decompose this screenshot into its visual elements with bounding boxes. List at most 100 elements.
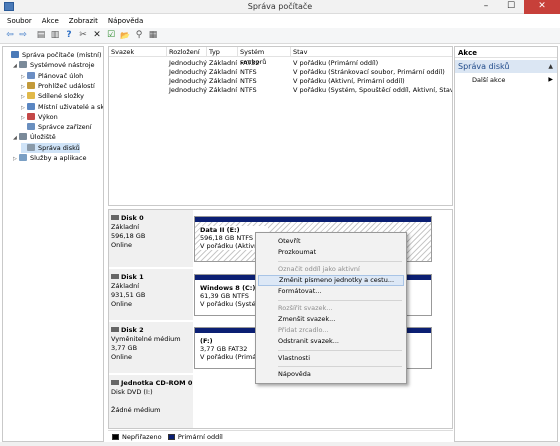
- column-header-filesystem[interactable]: Systém souborů: [238, 47, 291, 66]
- tree-item[interactable]: Správce zařízení: [21, 122, 92, 132]
- check-icon[interactable]: ☑: [105, 30, 117, 41]
- tree-item[interactable]: ▷ Prohlížeč událostí: [21, 81, 95, 91]
- cdrom-icon: [111, 380, 119, 385]
- disk-0-label[interactable]: Disk 0 Základní 596,18 GB Online: [109, 210, 193, 268]
- table-row[interactable]: Windows 8 (C:)JednoduchýZákladníNTFSV po…: [109, 86, 452, 95]
- close-button[interactable]: ✕: [524, 0, 560, 14]
- tree-item-label: Systémové nástroje: [30, 61, 95, 70]
- table-cell: Základní: [209, 77, 238, 85]
- tree-node-icon: [27, 102, 35, 110]
- column-header-status[interactable]: Stav: [291, 47, 452, 57]
- context-menu-item[interactable]: Změnit písmeno jednotky a cestu...: [258, 274, 404, 286]
- delete-icon[interactable]: ✕: [91, 30, 103, 41]
- table-cell: Základní: [209, 86, 238, 94]
- table-row[interactable]: Data I (D:)JednoduchýZákladníNTFSV pořád…: [109, 68, 452, 77]
- tree-node-icon: [11, 51, 19, 58]
- toolbar: ⇦ ⇨ ▤ ▥ ? ✂ ✕ ☑ 📂 ⚲ ▦: [0, 28, 560, 44]
- properties-icon[interactable]: ▥: [49, 30, 61, 41]
- cdrom-label[interactable]: Jednotka CD-ROM 0 Disk DVD (I:) Žádné méd…: [109, 375, 193, 428]
- column-header-layout[interactable]: Rozložení: [167, 47, 207, 57]
- table-cell: Základní: [209, 68, 238, 76]
- legend-primary: Primární oddíl: [177, 433, 223, 441]
- table-cell: FAT32: [240, 59, 260, 67]
- minimize-button[interactable]: –: [473, 0, 499, 14]
- tree-item-label: Služby a aplikace: [30, 154, 87, 162]
- maximize-button[interactable]: ☐: [498, 0, 524, 14]
- tree-item-label: Správa disků: [38, 143, 80, 152]
- actions-more[interactable]: Další akce ▶: [455, 73, 557, 84]
- table-row[interactable]: (F:)JednoduchýZákladníFAT32V pořádku (Pr…: [109, 59, 452, 68]
- disk-icon: [111, 274, 119, 279]
- context-menu-item[interactable]: Otevřít: [258, 236, 404, 247]
- tree-item[interactable]: ◢ Systémové nástroje: [13, 60, 94, 70]
- disk-2-label[interactable]: Disk 2 Vyměnitelné médium 3,77 GB Online: [109, 322, 193, 374]
- title-bar: Správa počítače – ☐ ✕: [0, 0, 560, 14]
- tree-node-icon: [19, 154, 27, 161]
- tree-item-label: Úložiště: [30, 133, 56, 142]
- unallocated-swatch: [112, 434, 119, 440]
- context-menu-item[interactable]: Formátovat...: [258, 286, 404, 297]
- table-cell: V pořádku (Stránkovací soubor, Primární …: [293, 68, 445, 76]
- menu-help[interactable]: Nápověda: [103, 15, 148, 25]
- actions-section-label: Správa disků: [458, 62, 510, 71]
- context-menu-item[interactable]: Vlastnosti: [258, 353, 404, 364]
- actions-section-disk-management[interactable]: Správa disků ▲: [455, 60, 557, 73]
- open-icon[interactable]: 📂: [119, 30, 131, 41]
- tree-node-icon: [27, 112, 35, 120]
- back-arrow-icon[interactable]: ⇦: [4, 30, 16, 41]
- context-menu-item[interactable]: Odstranit svazek...: [258, 336, 404, 347]
- help-icon[interactable]: ?: [63, 30, 75, 41]
- table-cell: V pořádku (Aktivní, Primární oddíl): [293, 77, 405, 85]
- context-menu: Otevřít Prozkoumat Označit oddíl jako akti…: [255, 232, 407, 384]
- column-header-volume[interactable]: Svazek: [109, 47, 167, 57]
- actions-header: Akce: [455, 47, 557, 58]
- tree-item[interactable]: ▷ Sdílené složky: [21, 91, 84, 101]
- tree-item-label: Výkon: [38, 112, 58, 121]
- context-menu-item: Označit oddíl jako aktivní: [278, 264, 360, 273]
- up-folder-icon[interactable]: ▤: [35, 30, 47, 41]
- context-menu-item[interactable]: Nápověda: [258, 369, 404, 380]
- tree-node-icon: [19, 61, 27, 69]
- tree-item[interactable]: ◢ Úložiště: [13, 132, 56, 142]
- table-cell: Základní: [209, 59, 238, 67]
- disk-icon: [111, 327, 119, 332]
- tree-item[interactable]: ▷ Výkon: [21, 112, 58, 122]
- menu-view[interactable]: Zobrazit: [64, 15, 103, 25]
- view-icon[interactable]: ▦: [147, 30, 159, 41]
- table-cell: Jednoduchý: [169, 77, 207, 85]
- partition-bar: [195, 217, 431, 222]
- context-menu-item[interactable]: Prozkoumat: [258, 247, 404, 258]
- tree-item[interactable]: Správa disků: [21, 142, 80, 153]
- chevron-right-icon: ▶: [548, 76, 553, 83]
- navigation-tree: Správa počítače (místní) ◢ Systémové nástr…: [2, 46, 104, 442]
- tree-item[interactable]: Správa počítače (místní): [5, 50, 102, 60]
- search-icon[interactable]: ⚲: [133, 30, 145, 41]
- tree-item[interactable]: ▷Místní uživatelé a skupiny: [21, 102, 103, 112]
- actions-panel: Akce Správa disků ▲ Další akce ▶: [454, 46, 558, 442]
- forward-arrow-icon[interactable]: ⇨: [17, 30, 29, 41]
- volume-list-header: Svazek Rozložení Typ Systém souborů Stav: [109, 47, 452, 66]
- menu-separator: [278, 366, 402, 367]
- primary-swatch: [167, 434, 175, 440]
- disk-1-label[interactable]: Disk 1 Základní 931,51 GB Online: [109, 269, 193, 321]
- context-menu-item[interactable]: Zmenšit svazek...: [258, 314, 404, 325]
- menu-action[interactable]: Akce: [37, 15, 64, 25]
- table-row[interactable]: Data II (E:)JednoduchýZákladníNTFSV pořá…: [109, 77, 452, 86]
- menu-separator: [278, 260, 402, 262]
- tree-item[interactable]: ▷ Služby a aplikace: [13, 153, 86, 163]
- tree-item-label: Prohlížeč událostí: [38, 81, 95, 90]
- tree-item-label: Správa počítače (místní): [22, 51, 102, 59]
- menu-file[interactable]: Soubor: [0, 15, 37, 25]
- volume-list: Svazek Rozložení Typ Systém souborů Stav…: [108, 46, 453, 206]
- tree-node-icon: [27, 143, 35, 151]
- table-cell: NTFS: [240, 77, 257, 85]
- table-cell: Jednoduchý: [169, 68, 207, 76]
- column-header-type[interactable]: Typ: [207, 47, 238, 57]
- menu-separator: [278, 349, 402, 351]
- collapse-icon[interactable]: ▲: [548, 63, 553, 70]
- tree-item[interactable]: ▷ Plánovač úloh: [21, 71, 83, 81]
- disk-legend: Nepřiřazeno Primární oddíl: [108, 430, 453, 442]
- table-cell: V pořádku (Primární oddíl): [293, 59, 379, 67]
- table-cell: Jednoduchý: [169, 59, 207, 67]
- cut-icon[interactable]: ✂: [77, 30, 89, 41]
